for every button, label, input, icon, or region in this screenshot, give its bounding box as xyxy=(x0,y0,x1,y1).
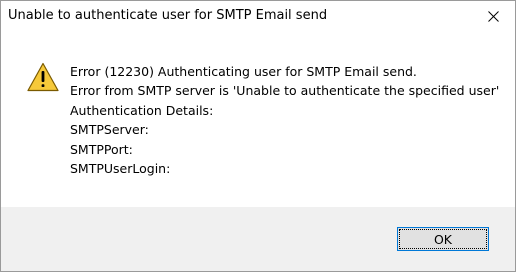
title-bar[interactable]: Unable to authenticate user for SMTP Ema… xyxy=(1,1,515,32)
message-line-smtp-server: SMTPServer: xyxy=(70,122,149,138)
message-text: Error (12230) Authenticating user for SM… xyxy=(70,62,499,178)
ok-button[interactable]: OK xyxy=(397,227,489,251)
message-dialog: Unable to authenticate user for SMTP Ema… xyxy=(0,0,516,272)
warning-icon xyxy=(27,62,59,92)
message-line-smtp-user-login: SMTPUserLogin: xyxy=(70,161,171,177)
message-line-auth-details: Authentication Details: xyxy=(70,102,214,118)
message-line-smtp-port: SMTPPort: xyxy=(70,141,133,157)
window-title: Unable to authenticate user for SMTP Ema… xyxy=(8,8,328,23)
close-button[interactable] xyxy=(471,1,515,32)
dialog-content: Error (12230) Authenticating user for SM… xyxy=(1,32,515,207)
button-bar: OK xyxy=(1,207,515,271)
message-line-error: Error (12230) Authenticating user for SM… xyxy=(70,64,417,79)
message-line-server-error: Error from SMTP server is 'Unable to aut… xyxy=(70,83,500,99)
close-icon xyxy=(487,11,499,22)
